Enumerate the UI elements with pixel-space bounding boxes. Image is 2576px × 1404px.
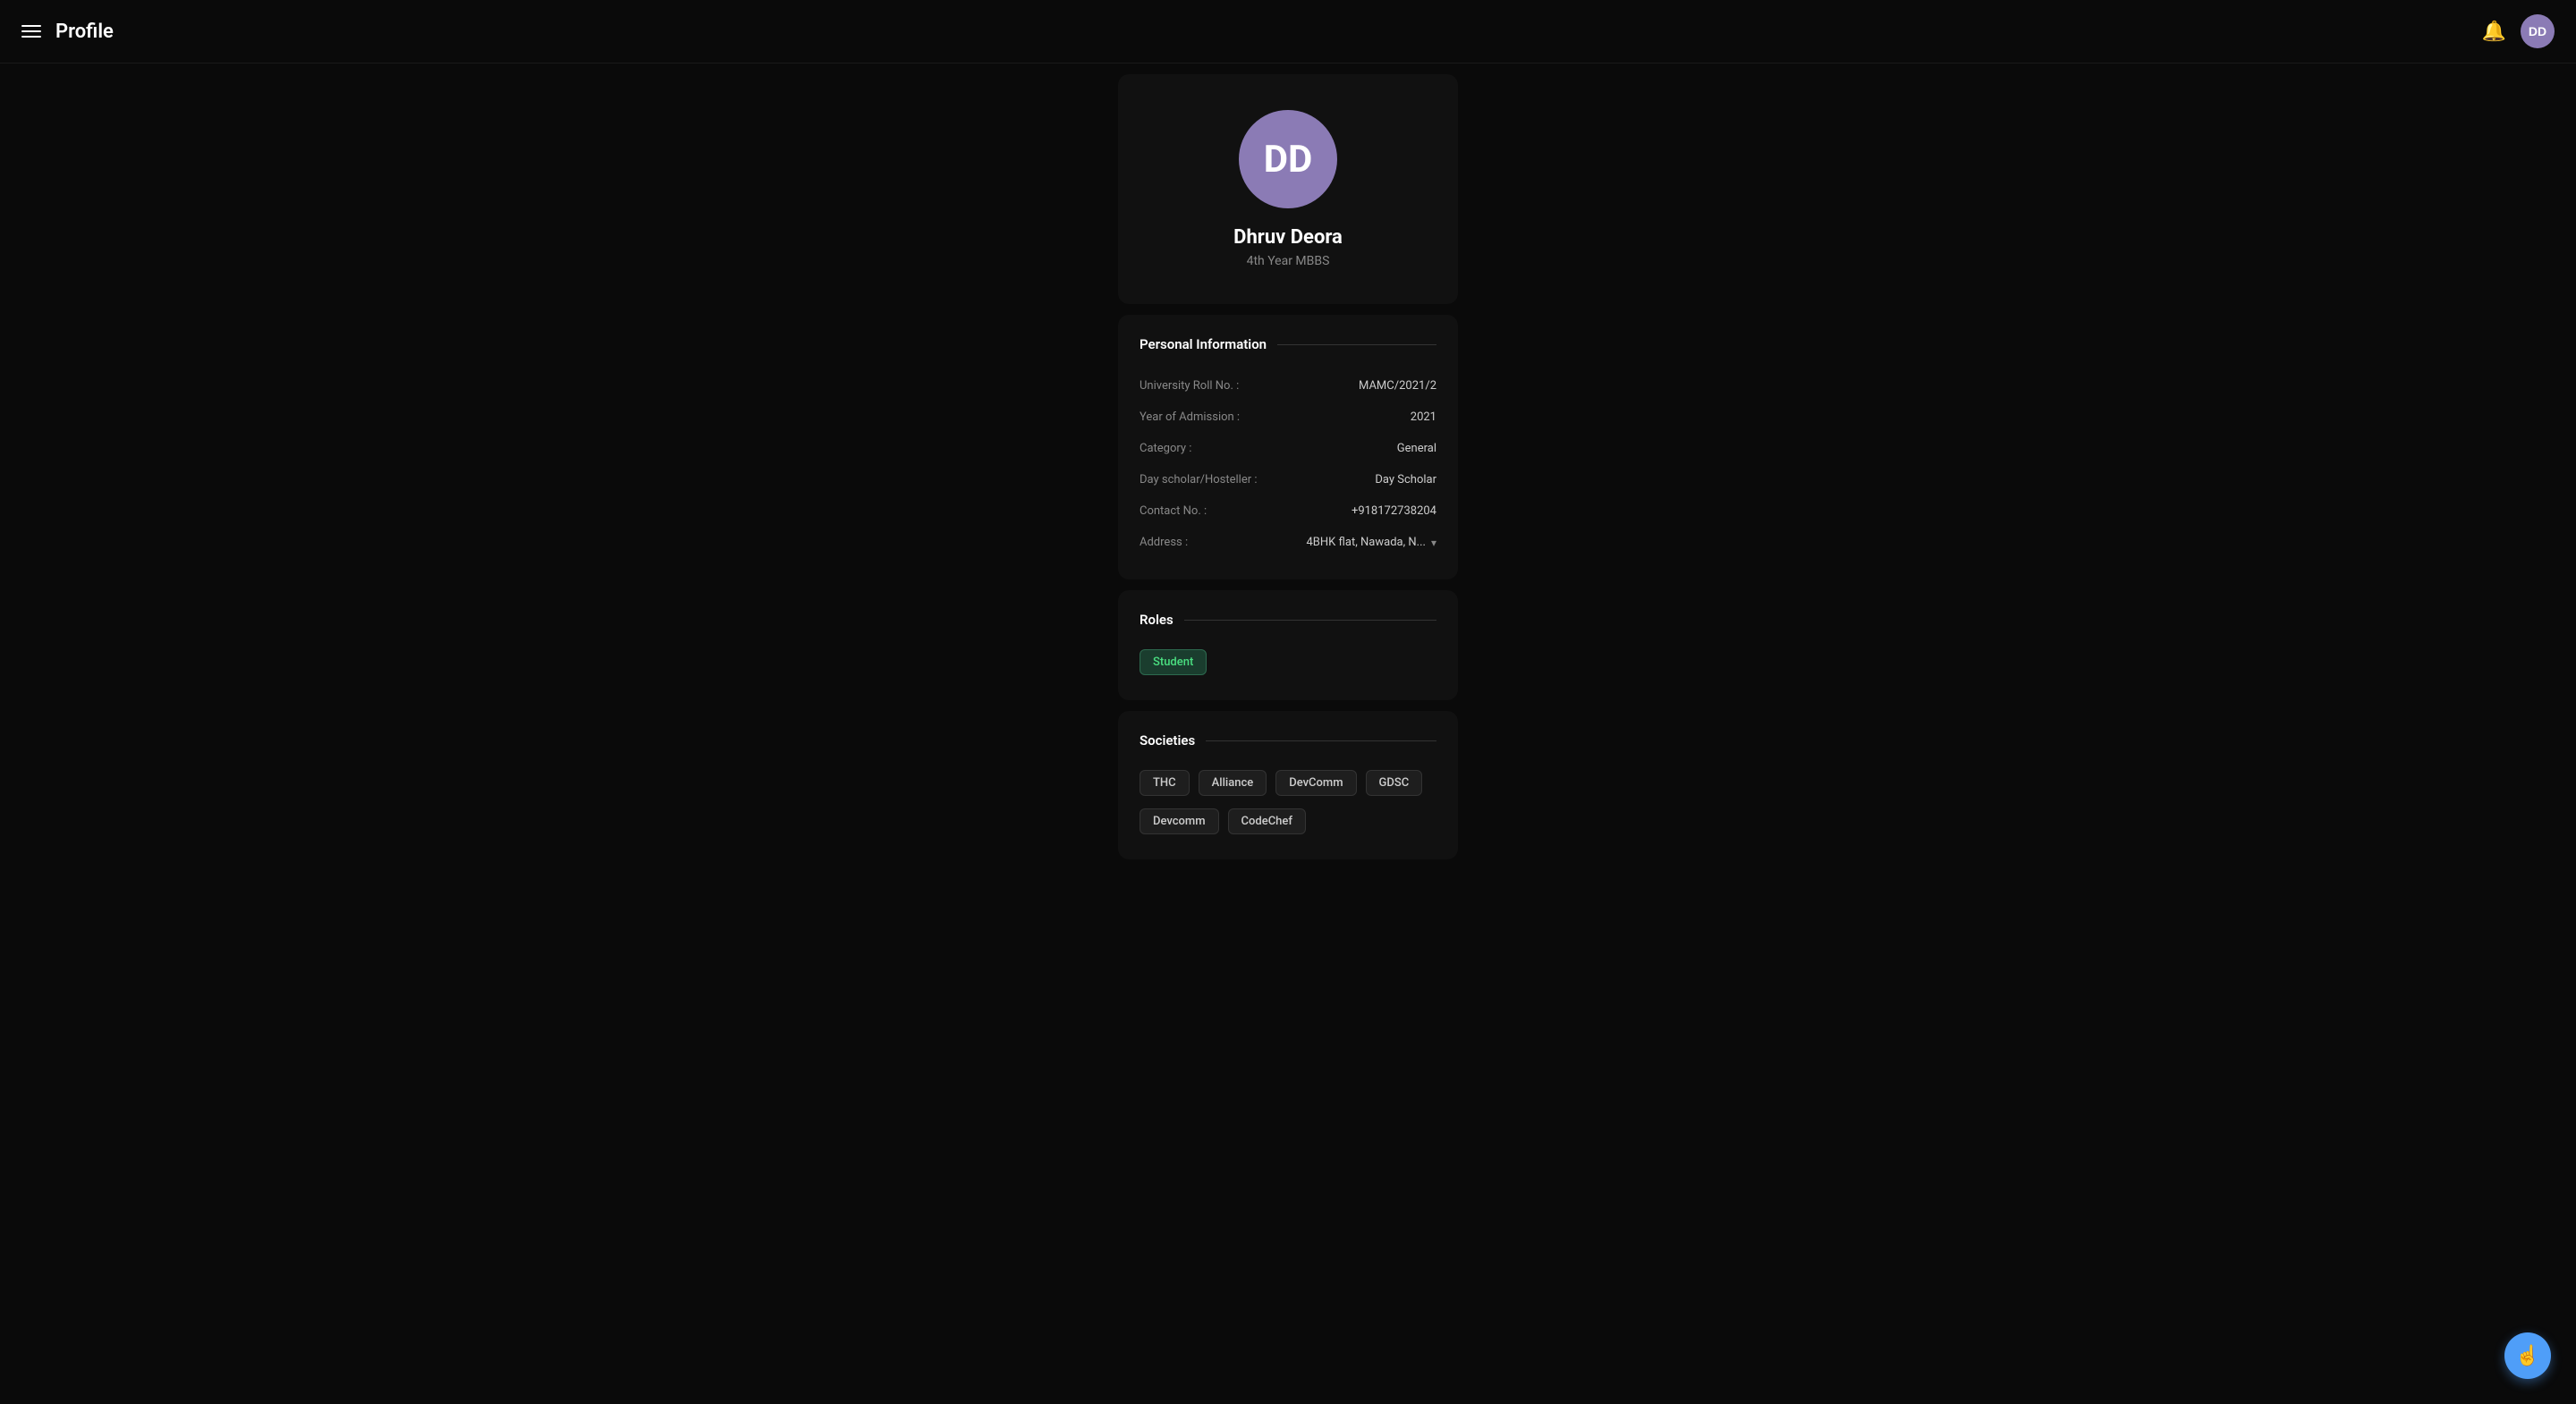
society-badge-devcomm2: Devcomm <box>1140 808 1219 834</box>
main-content: DD Dhruv Deora 4th Year MBBS Personal In… <box>0 63 2576 870</box>
university-roll-label: University Roll No. : <box>1140 379 1239 393</box>
category-label: Category : <box>1140 442 1191 455</box>
university-roll-value: MAMC/2021/2 <box>1359 379 1436 393</box>
notification-bell-icon[interactable]: 🔔 <box>2482 21 2506 43</box>
address-value[interactable]: 4BHK flat, Nawada, N... ▾ <box>1306 536 1436 549</box>
profile-subtitle: 4th Year MBBS <box>1247 254 1330 268</box>
society-badge-devcomm: DevComm <box>1275 770 1356 796</box>
societies-divider <box>1206 740 1436 741</box>
profile-container: DD Dhruv Deora 4th Year MBBS Personal In… <box>1118 63 1458 870</box>
contact-value: +918172738204 <box>1352 504 1436 518</box>
year-admission-value: 2021 <box>1411 410 1436 424</box>
societies-badges: THC Alliance DevComm GDSC Devcomm CodeCh… <box>1140 766 1436 838</box>
roles-title: Roles <box>1140 612 1174 628</box>
personal-info-divider <box>1277 344 1436 345</box>
user-avatar-button[interactable]: DD <box>2521 14 2555 48</box>
contact-label: Contact No. : <box>1140 504 1207 518</box>
roles-header: Roles <box>1140 612 1436 628</box>
personal-info-header: Personal Information <box>1140 336 1436 352</box>
profile-name: Dhruv Deora <box>1233 226 1343 249</box>
societies-card: Societies THC Alliance DevComm GDSC Devc… <box>1118 711 1458 859</box>
hand-pointer-icon: ☝ <box>2515 1344 2539 1367</box>
avatar: DD <box>1239 110 1337 208</box>
personal-info-card: Personal Information University Roll No.… <box>1118 315 1458 579</box>
header-left: Profile <box>21 21 114 43</box>
societies-header: Societies <box>1140 732 1436 749</box>
page-title: Profile <box>55 21 114 43</box>
app-header: Profile 🔔 DD <box>0 0 2576 63</box>
table-row: Day scholar/Hosteller : Day Scholar <box>1140 464 1436 495</box>
menu-icon[interactable] <box>21 25 41 38</box>
roles-divider <box>1184 620 1436 621</box>
chevron-down-icon: ▾ <box>1431 537 1436 549</box>
roles-card: Roles Student <box>1118 590 1458 700</box>
address-label: Address : <box>1140 536 1188 549</box>
table-row[interactable]: Address : 4BHK flat, Nawada, N... ▾ <box>1140 527 1436 558</box>
society-badge-gdsc: GDSC <box>1366 770 1423 796</box>
scholar-value: Day Scholar <box>1375 473 1436 486</box>
category-value: General <box>1397 442 1436 455</box>
table-row: Category : General <box>1140 433 1436 464</box>
society-badge-thc: THC <box>1140 770 1190 796</box>
year-admission-label: Year of Admission : <box>1140 410 1240 424</box>
table-row: Year of Admission : 2021 <box>1140 402 1436 433</box>
scholar-label: Day scholar/Hosteller : <box>1140 473 1258 486</box>
personal-info-title: Personal Information <box>1140 336 1267 352</box>
profile-card: DD Dhruv Deora 4th Year MBBS <box>1118 74 1458 304</box>
table-row: University Roll No. : MAMC/2021/2 <box>1140 370 1436 402</box>
role-badge-student: Student <box>1140 649 1207 675</box>
society-badge-alliance: Alliance <box>1199 770 1267 796</box>
society-badge-codechef: CodeChef <box>1228 808 1306 834</box>
fab-button[interactable]: ☝ <box>2504 1332 2551 1379</box>
header-right: 🔔 DD <box>2482 14 2555 48</box>
societies-title: Societies <box>1140 732 1195 749</box>
table-row: Contact No. : +918172738204 <box>1140 495 1436 527</box>
roles-badges: Student <box>1140 646 1436 679</box>
